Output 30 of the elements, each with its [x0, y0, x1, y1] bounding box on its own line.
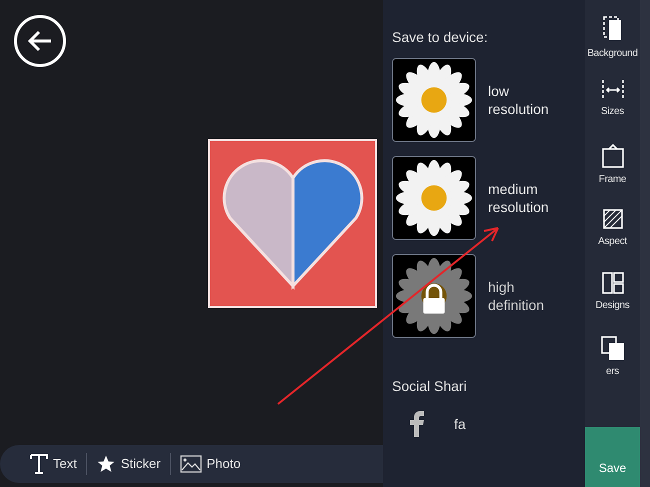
toolbar-button[interactable]: Text	[30, 454, 77, 474]
resolution-option[interactable]: high definition	[392, 254, 585, 338]
panel-heading: Save to device:	[392, 28, 489, 47]
option-label: low resolution	[488, 82, 550, 118]
star-icon	[96, 454, 116, 474]
frame-icon	[600, 143, 624, 169]
side-tool[interactable]: Designs	[595, 271, 630, 335]
toolbar-button[interactable]: Sticker	[96, 454, 161, 474]
save-button[interactable]: Save	[585, 427, 640, 487]
aspect-icon	[600, 207, 624, 231]
side-tool[interactable]: ers	[600, 335, 626, 399]
width-arrows-icon	[600, 79, 626, 101]
text-icon	[30, 454, 48, 474]
side-tool[interactable]: Sizes	[600, 79, 626, 143]
toolbar-button[interactable]: Photo	[180, 454, 241, 474]
image-icon	[180, 455, 202, 473]
section-heading: Social Shari	[392, 377, 468, 396]
layers-icon	[600, 335, 626, 361]
resolution-option[interactable]: low resolution	[392, 58, 585, 142]
side-tool[interactable]: Background	[587, 15, 638, 79]
side-tool[interactable]: Aspect	[598, 207, 627, 271]
option-label: medium resolution	[488, 180, 550, 216]
facebook-icon	[410, 411, 424, 437]
option-label: high definition	[488, 278, 546, 314]
back-arrow-icon	[27, 30, 53, 52]
layout-icon	[600, 271, 624, 295]
share-option[interactable]: fa	[410, 411, 585, 437]
back-button[interactable]	[14, 15, 66, 67]
resolution-option[interactable]: medium resolution	[392, 156, 585, 240]
side-tool[interactable]: Frame	[598, 143, 626, 207]
